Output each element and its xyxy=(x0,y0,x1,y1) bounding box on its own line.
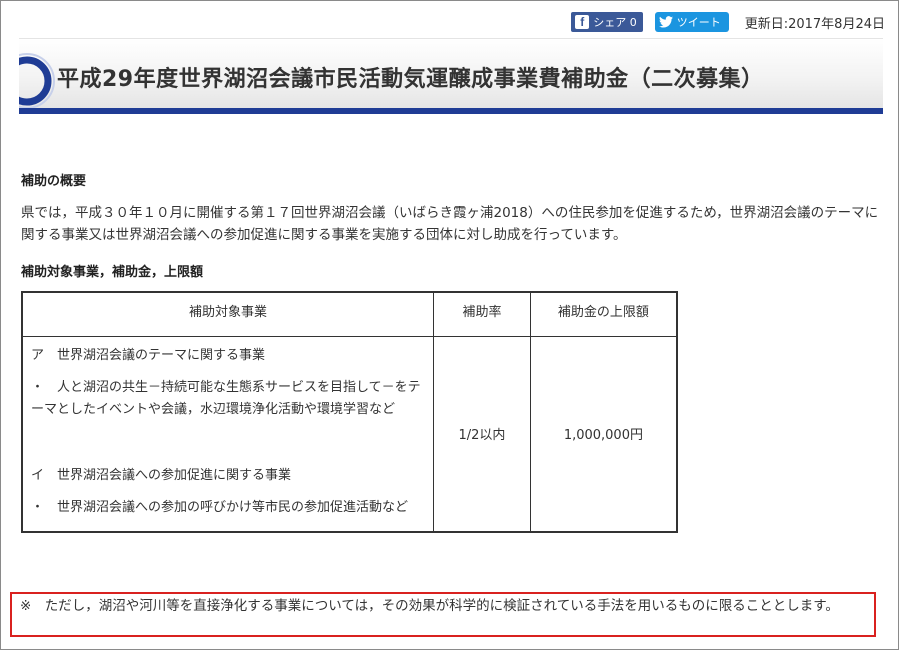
item-a-detail: ・ 人と湖沼の共生－持続可能な生態系サービスを目指して－をテーマとしたイベントや… xyxy=(31,379,421,417)
share-label: シェア 0 xyxy=(593,16,637,29)
limit-cell: 1,000,000円 xyxy=(529,335,678,532)
section-heading-overview: 補助の概要 xyxy=(21,174,87,189)
rate-cell: 1/2以内 xyxy=(433,335,531,532)
note-box: ※ ただし，湖沼や河川等を直接浄化する事業については，その効果が科学的に検証され… xyxy=(10,592,876,637)
page-title: 平成29年度世界湖沼会議市民活動気運醸成事業費補助金（二次募集） xyxy=(57,67,764,92)
facebook-icon: f xyxy=(575,15,590,29)
twitter-icon xyxy=(658,16,673,28)
header-target-project: 補助対象事業 xyxy=(21,291,435,337)
overview-paragraph: 県では，平成３０年１０月に開催する第１７回世界湖沼会議（いばらき霞ヶ浦2018）… xyxy=(21,205,879,243)
item-a-title: ア 世界湖沼会議のテーマに関する事業 xyxy=(31,347,266,363)
tweet-label: ツイート xyxy=(676,16,721,29)
target-project-cell: ア 世界湖沼会議のテーマに関する事業 ・ 人と湖沼の共生－持続可能な生態系サービ… xyxy=(21,335,435,532)
header-limit: 補助金の上限額 xyxy=(529,291,678,337)
note-text: ※ ただし，湖沼や河川等を直接浄化する事業については，その効果が科学的に検証され… xyxy=(20,598,839,614)
table-header-row: 補助対象事業 補助率 補助金の上限額 xyxy=(21,291,678,337)
section-heading-targets: 補助対象事業，補助金，上限額 xyxy=(21,265,204,280)
grant-table: 補助対象事業 補助率 補助金の上限額 ア 世界湖沼会議のテーマに関する事業 ・ … xyxy=(21,291,678,533)
page-title-banner: 平成29年度世界湖沼会議市民活動気運醸成事業費補助金（二次募集） xyxy=(19,38,883,114)
social-toolbar: f シェア 0 ツイート 更新日:2017年8月24日 xyxy=(571,12,885,32)
updated-date: 更新日:2017年8月24日 xyxy=(744,16,885,32)
tweet-button[interactable]: ツイート xyxy=(654,12,729,32)
header-rate: 補助率 xyxy=(433,291,531,337)
facebook-share-button[interactable]: f シェア 0 xyxy=(571,12,643,32)
circle-logo-icon xyxy=(19,53,55,109)
title-underline xyxy=(19,108,883,114)
item-i-detail: ・ 世界湖沼会議への参加の呼びかけ等市民の参加促進活動など xyxy=(31,499,409,515)
item-i-title: イ 世界湖沼会議への参加促進に関する事業 xyxy=(31,467,292,483)
table-row: ア 世界湖沼会議のテーマに関する事業 ・ 人と湖沼の共生－持続可能な生態系サービ… xyxy=(21,335,678,532)
